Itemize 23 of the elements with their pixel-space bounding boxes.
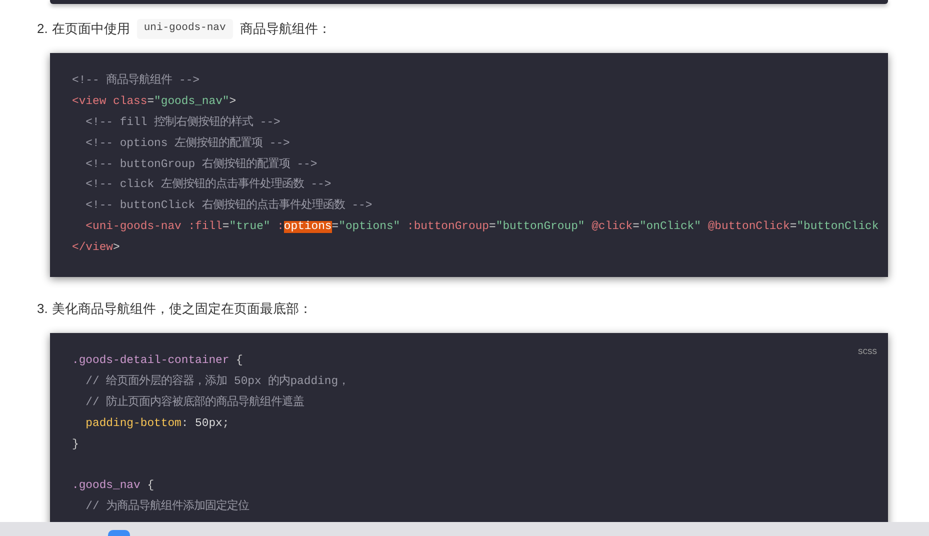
step-text: 在页面中使用 (52, 20, 130, 38)
step-text: 商品导航组件： (240, 20, 331, 38)
code-line: <!-- 商品导航组件 --> (72, 72, 200, 89)
code-line: // 防止页面内容被底部的商品导航组件遮盖 (84, 394, 304, 411)
code-line: } (72, 438, 79, 453)
code-line: // 为商品导航组件添加固定定位 (84, 498, 250, 516)
code-line: <!-- click 左侧按钮的点击事件处理函数 --> (84, 176, 332, 194)
language-label: scss (858, 345, 877, 360)
inline-code: uni-goods-nav (136, 19, 233, 39)
step-number: 2. (37, 20, 48, 38)
code-line: <uni-goods-nav :fill="true" :options="options" :buttonGroup="buttonGroup" @click="onClick" @buttonClick="buttonClick (84, 220, 879, 236)
code-line: .goods_nav { (72, 478, 154, 494)
code-line: </view> (72, 240, 120, 256)
code-line: <!-- options 左侧按钮的配置项 --> (84, 136, 290, 152)
code-line: // 给页面外层的容器，添加 50px 的内padding， (84, 373, 350, 390)
code-line: <!-- buttonClick 右侧按钮的点击事件处理函数 --> (84, 198, 372, 214)
step-text: 美化商品导航组件，使之固定在页面最底部： (52, 300, 312, 318)
code-line: .goods-detail-container { (72, 354, 243, 370)
code-line: <!-- buttonGroup 右侧按钮的配置项 --> (84, 156, 318, 173)
step-number: 3. (37, 300, 48, 318)
code-line: <!-- fill 控制右侧按钮的样式 --> (84, 114, 280, 131)
code-line: padding-bottom: 50px; (84, 416, 230, 432)
code-line: <view class="goods_nav"> (72, 94, 236, 110)
